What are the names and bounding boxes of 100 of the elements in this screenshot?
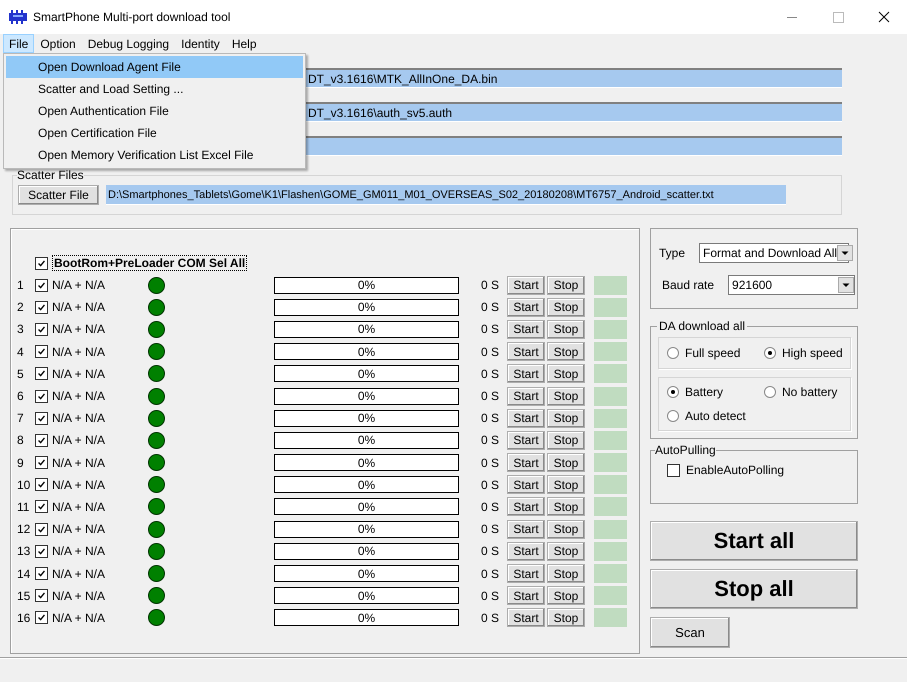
menu-item[interactable]: Help [226,34,262,53]
menu-entry[interactable]: Open Download Agent File [6,56,303,78]
stop-button[interactable]: Stop [547,453,585,472]
elapsed-time: 0 S [481,522,500,536]
path-field[interactable]: D:\Smartphones_Tablets\Gome\K1\Flashen\GOME_GM011_M01_OVERSEAS_S02_20180208\MT6757_Android_scatter.txt [106,185,786,205]
checkbox[interactable] [35,567,48,580]
menu-item[interactable]: Identity [175,34,226,53]
start-button[interactable]: Start [507,408,545,428]
start-button[interactable]: Start [507,608,545,628]
port-name: N/A + N/A [52,433,106,448]
port-name: N/A + N/A [52,278,106,292]
port-number: 9 [17,456,25,470]
port-number: 1 [17,278,25,292]
checkbox[interactable] [667,464,680,476]
menu-item[interactable]: File [3,34,34,53]
radio-button[interactable] [667,410,679,422]
start-button[interactable]: Start [507,475,545,494]
port-name: N/A + N/A [52,478,106,492]
elapsed-time: 0 S [481,544,500,558]
menu-item[interactable]: Option [34,34,82,53]
start-button[interactable]: Start [507,364,545,384]
port-name: N/A + N/A [52,456,106,470]
stop-button[interactable]: Stop [547,342,585,362]
checkbox[interactable] [35,412,48,425]
checkbox[interactable] [35,256,48,270]
start-button[interactable]: Start [507,276,545,295]
checkbox[interactable] [35,456,48,470]
progress-text: 0% [356,566,376,582]
radio-button[interactable] [764,347,776,359]
checkbox[interactable] [35,367,48,380]
scan-button[interactable]: Scan [650,617,730,648]
group-title: AutoPulling [655,443,716,457]
status-led-icon [148,609,165,626]
stop-button[interactable]: Stop [547,475,585,494]
start-button[interactable]: Start [507,520,545,539]
menu-entry[interactable]: Open Memory Verification List Excel File [6,144,303,166]
baud-rate-label: Baud rate [662,278,714,292]
status-indicator [594,408,627,428]
start-button[interactable]: Start [507,430,545,450]
status-led-icon [148,432,165,449]
radio-label: High speed [782,346,843,360]
checkbox[interactable] [35,544,48,558]
elapsed-time: 0 S [481,389,500,404]
start-button[interactable]: Start [507,564,545,584]
radio-button[interactable] [667,386,679,398]
stop-button[interactable]: Stop [547,364,585,384]
port-name: N/A + N/A [52,522,106,536]
stop-all-button[interactable]: Stop all [650,569,858,609]
radio-label: No battery [782,385,838,399]
elapsed-time: 0 S [481,366,500,381]
select-all-label[interactable]: BootRom+PreLoader COM Sel All [52,255,248,271]
checkbox[interactable] [35,611,48,624]
status-led-icon [148,365,165,382]
start-button[interactable]: Start [507,586,545,606]
start-button[interactable]: Start [507,342,545,362]
start-button[interactable]: Start [507,320,545,339]
checkbox[interactable] [35,322,48,336]
radio-button[interactable] [667,347,679,359]
checkbox[interactable] [35,500,48,514]
menu-entry[interactable]: Open Certification File [6,122,303,144]
stop-button[interactable]: Stop [547,408,585,428]
status-led-icon [148,276,165,294]
start-button[interactable]: Start [507,453,545,472]
stop-button[interactable]: Stop [547,276,585,295]
stop-button[interactable]: Stop [547,608,585,628]
port-number: 5 [17,366,25,381]
status-led-icon [148,454,165,472]
status-indicator [594,364,627,384]
start-button[interactable]: Start [507,386,545,406]
menu-item[interactable]: Debug Logging [82,34,176,53]
status-led-icon [148,410,165,427]
stop-button[interactable]: Stop [547,298,585,317]
port-number: 2 [17,300,25,314]
stop-button[interactable]: Stop [547,386,585,406]
elapsed-time: 0 S [481,278,500,292]
stop-button[interactable]: Stop [547,542,585,561]
stop-button[interactable]: Stop [547,586,585,606]
stop-button[interactable]: Stop [547,320,585,339]
stop-button[interactable]: Stop [547,520,585,539]
start-button[interactable]: Start [507,542,545,561]
checkbox[interactable] [35,345,48,358]
checkbox[interactable] [35,522,48,536]
start-button[interactable]: Start [507,497,545,516]
checkbox[interactable] [35,390,48,403]
status-indicator [594,586,627,606]
start-button[interactable]: Start [507,298,545,317]
radio-button[interactable] [764,386,776,398]
start-all-button[interactable]: Start all [650,521,858,561]
scatter-file-button[interactable]: Scatter File [18,185,99,205]
radio-label: Battery [685,385,724,399]
checkbox[interactable] [35,478,48,492]
stop-button[interactable]: Stop [547,564,585,584]
stop-button[interactable]: Stop [547,430,585,450]
checkbox[interactable] [35,278,48,292]
status-led-icon [148,476,165,494]
checkbox[interactable] [35,300,48,314]
checkbox[interactable] [35,589,48,602]
checkbox[interactable] [35,434,48,447]
baud-rate-dropdown[interactable]: 921600 [728,275,856,295]
stop-button[interactable]: Stop [547,497,585,516]
